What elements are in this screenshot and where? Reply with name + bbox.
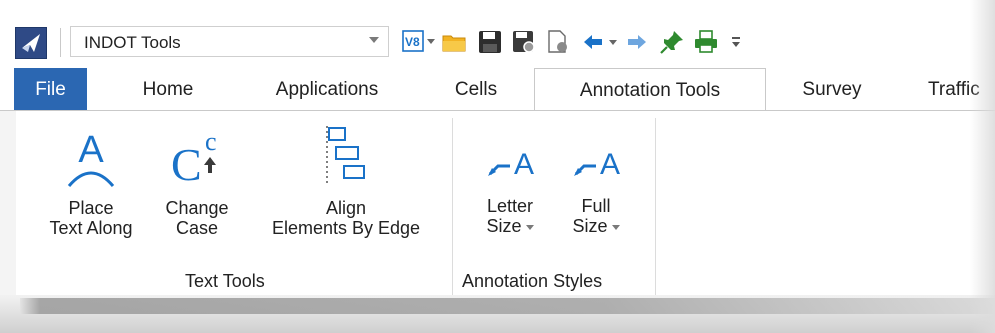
redo-button[interactable] bbox=[626, 24, 652, 58]
chevron-down-icon bbox=[525, 224, 534, 230]
group-separator bbox=[452, 118, 453, 296]
svg-text:A: A bbox=[600, 148, 620, 181]
tab-cells[interactable]: Cells bbox=[436, 68, 516, 111]
chevron-down-icon bbox=[611, 224, 620, 230]
place-text-along-button[interactable]: A Place Text Along bbox=[36, 118, 146, 238]
place-text-along-label-2: Text Along bbox=[49, 218, 133, 238]
window-right-shadow bbox=[970, 0, 995, 333]
window-shadow bbox=[20, 298, 995, 314]
open-button[interactable] bbox=[442, 24, 470, 58]
undo-button[interactable] bbox=[582, 24, 622, 58]
tab-home[interactable]: Home bbox=[128, 68, 208, 111]
v8-icon: V8 bbox=[402, 30, 424, 52]
workspace-dropdown[interactable]: INDOT Tools bbox=[70, 26, 389, 57]
place-text-along-label-1: Place bbox=[68, 198, 114, 218]
properties-icon bbox=[548, 30, 567, 53]
svg-text:C: C bbox=[171, 139, 202, 190]
print-button[interactable] bbox=[694, 24, 722, 58]
workspace-value: INDOT Tools bbox=[84, 33, 181, 52]
full-size-icon: A bbox=[574, 148, 620, 181]
ribbon-tab-bar: File Home Applications Cells Annotation … bbox=[0, 68, 995, 112]
chevron-down-icon bbox=[609, 40, 617, 45]
full-size-label-1: Full bbox=[581, 196, 611, 216]
full-size-button[interactable]: A Full Size bbox=[556, 118, 636, 236]
save-settings-button[interactable] bbox=[512, 24, 540, 58]
svg-text:c: c bbox=[205, 127, 217, 156]
align-elements-label-2: Elements By Edge bbox=[271, 218, 421, 238]
change-case-icon: C c bbox=[171, 127, 217, 190]
letter-size-button[interactable]: A Letter Size bbox=[470, 118, 550, 236]
letter-size-label-2-wrap: Size bbox=[470, 216, 550, 236]
application-window: INDOT Tools V8 File Home Applications Ce… bbox=[0, 0, 995, 333]
save-settings-icon bbox=[513, 31, 535, 53]
svg-text:A: A bbox=[78, 129, 104, 171]
change-case-label-1: Change bbox=[165, 198, 229, 218]
app-logo-icon[interactable] bbox=[15, 27, 47, 59]
full-size-label-2-wrap: Size bbox=[556, 216, 636, 236]
save-button[interactable] bbox=[478, 24, 506, 58]
toolbar-separator bbox=[60, 28, 61, 57]
align-elements-label-1: Align bbox=[325, 198, 367, 218]
align-elements-icon bbox=[326, 126, 365, 184]
full-size-label-2: Size bbox=[572, 216, 608, 236]
open-folder-icon bbox=[442, 35, 466, 52]
customize-qat-button[interactable] bbox=[730, 24, 746, 58]
letter-size-label-2: Size bbox=[486, 216, 522, 236]
tab-survey[interactable]: Survey bbox=[784, 68, 880, 111]
letter-size-icon: A bbox=[488, 148, 534, 181]
pin-icon bbox=[660, 31, 683, 54]
chevron-down-icon bbox=[427, 39, 435, 44]
pin-button[interactable] bbox=[660, 24, 686, 58]
redo-icon bbox=[628, 35, 646, 49]
tab-annotation-tools[interactable]: Annotation Tools bbox=[534, 68, 766, 112]
change-case-button[interactable]: C c Change Case bbox=[152, 118, 242, 238]
align-elements-by-edge-button[interactable]: Align Elements By Edge bbox=[248, 118, 444, 238]
customize-qat-icon bbox=[732, 37, 740, 47]
group-separator bbox=[655, 118, 656, 296]
group-label-text-tools: Text Tools bbox=[185, 271, 265, 291]
v8-button[interactable]: V8 bbox=[402, 24, 435, 58]
tab-applications[interactable]: Applications bbox=[252, 68, 402, 111]
group-label-annotation-styles: Annotation Styles bbox=[462, 271, 603, 291]
svg-text:V8: V8 bbox=[405, 35, 420, 49]
tab-file[interactable]: File bbox=[14, 68, 87, 111]
change-case-label-2: Case bbox=[175, 218, 219, 238]
svg-text:A: A bbox=[514, 148, 534, 181]
quick-access-toolbar: INDOT Tools V8 bbox=[0, 14, 995, 68]
print-icon bbox=[695, 30, 717, 53]
properties-button[interactable] bbox=[546, 24, 574, 58]
undo-icon bbox=[584, 35, 602, 49]
place-text-along-icon: A bbox=[67, 129, 115, 187]
save-icon bbox=[479, 31, 501, 53]
letter-size-label-1: Letter bbox=[486, 196, 534, 216]
chevron-down-icon bbox=[369, 37, 379, 43]
